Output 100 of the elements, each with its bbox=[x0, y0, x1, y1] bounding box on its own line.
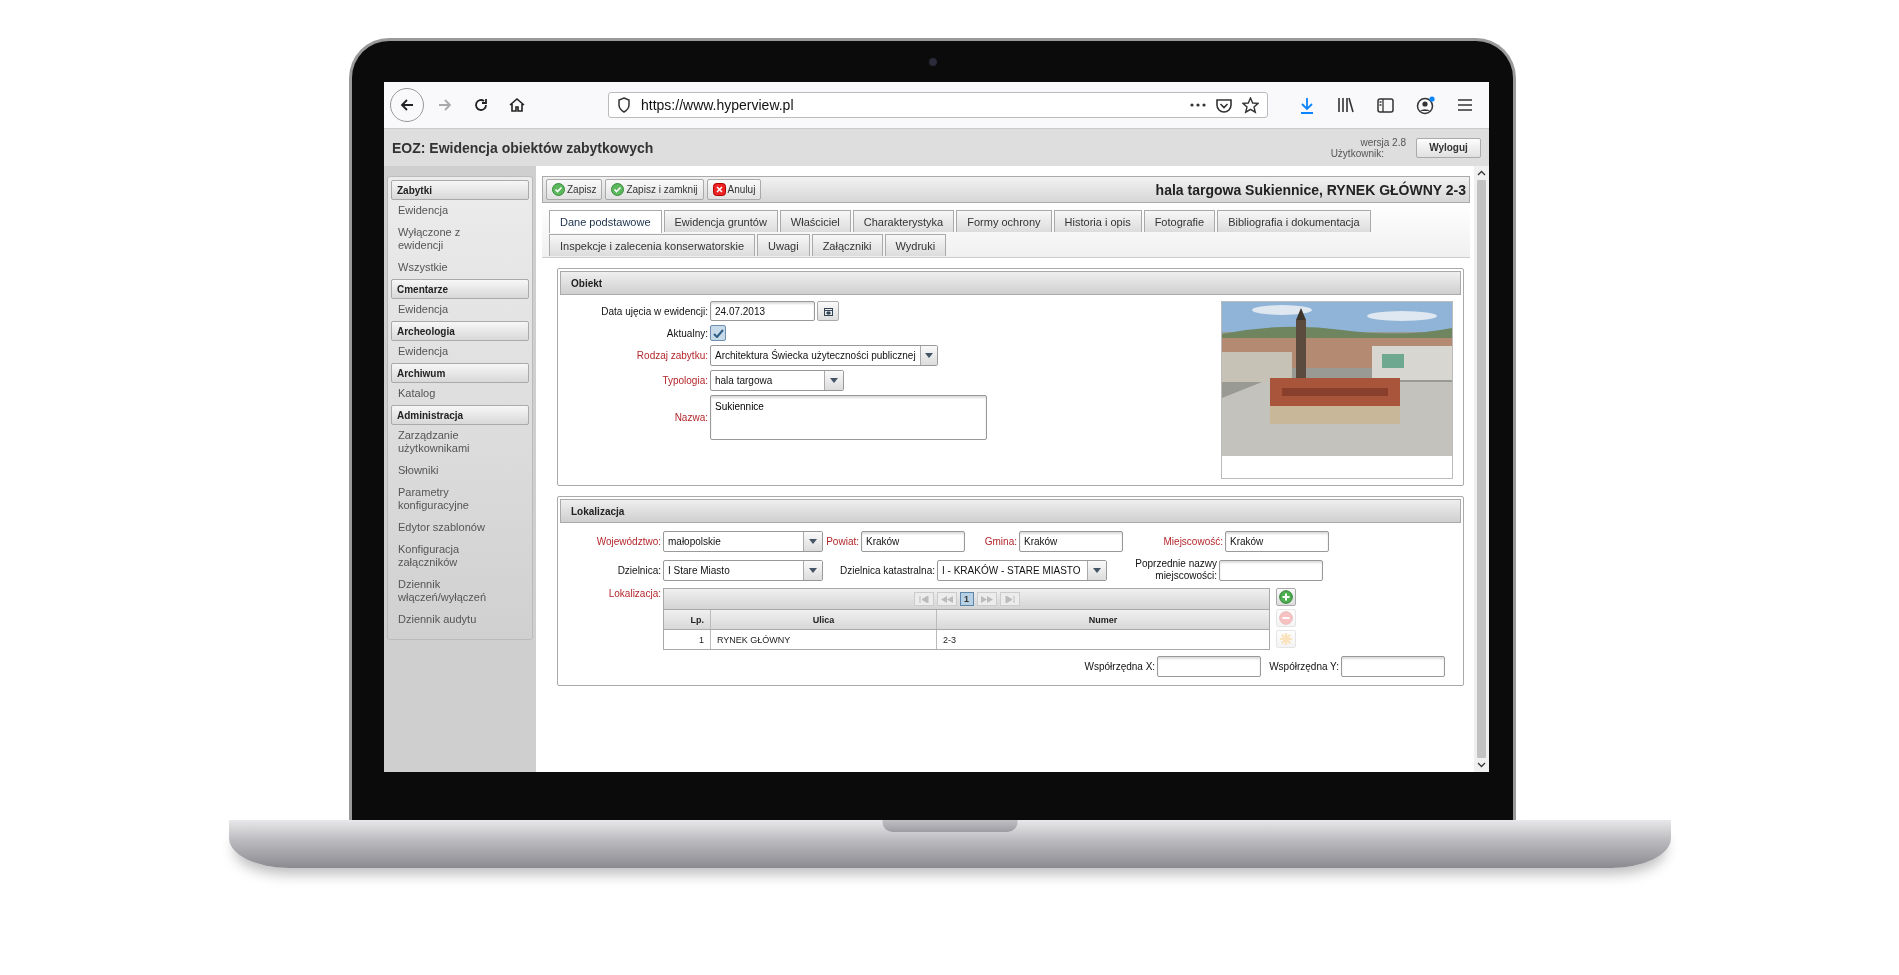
sidebar-section-header[interactable]: Cmentarze bbox=[391, 279, 529, 299]
caret-icon bbox=[924, 353, 933, 358]
sidebar-item[interactable]: Dziennik włączeń/wyłączeń bbox=[391, 574, 515, 609]
app-title: EOZ: Ewidencja obiektów zabytkowych bbox=[392, 139, 654, 156]
record-title: hala targowa Sukiennice, RYNEK GŁÓWNY 2-3 bbox=[1155, 181, 1466, 198]
field-label: Miejscowość: bbox=[1162, 536, 1223, 547]
tab[interactable]: Formy ochrony bbox=[956, 210, 1052, 232]
tab[interactable]: Fotografie bbox=[1143, 210, 1216, 232]
dropdown[interactable]: małopolskie bbox=[663, 531, 823, 552]
sidebar-item[interactable]: Zarządzanie użytkownikami bbox=[391, 425, 515, 460]
sidebar-section-header[interactable]: Zabytki bbox=[391, 180, 529, 200]
user-label: Użytkownik: bbox=[1330, 147, 1384, 159]
field-label: Powiat: bbox=[825, 536, 859, 547]
tab[interactable]: Charakterystyka bbox=[852, 210, 955, 232]
column-header[interactable]: Lp. bbox=[664, 610, 711, 629]
sidebar-item[interactable]: Dziennik audytu bbox=[391, 609, 515, 631]
scroll-down-icon[interactable] bbox=[1477, 762, 1486, 768]
cancel-icon bbox=[712, 183, 726, 196]
download-icon[interactable] bbox=[1299, 96, 1315, 114]
column-header[interactable]: Ulica bbox=[711, 610, 937, 629]
previous-page-icon bbox=[940, 595, 953, 603]
sidebar-item[interactable]: Ewidencja bbox=[391, 341, 515, 363]
tab[interactable]: Wydruki bbox=[884, 234, 947, 256]
column-header[interactable]: Numer bbox=[937, 610, 1269, 629]
text-field[interactable]: Kraków bbox=[1019, 531, 1123, 552]
logout-button[interactable]: Wyloguj bbox=[1416, 137, 1481, 158]
panel-header: Obiekt bbox=[560, 271, 1461, 295]
plus-icon bbox=[1279, 590, 1293, 604]
dropdown[interactable]: I - KRAKÓW - STARE MIASTO bbox=[937, 559, 1107, 581]
sidebar-item[interactable]: Ewidencja bbox=[391, 200, 515, 222]
field-label: Gmina: bbox=[983, 536, 1017, 547]
field-label: Aktualny: bbox=[665, 327, 708, 339]
name-textarea[interactable]: Sukiennice bbox=[710, 395, 987, 440]
library-icon[interactable] bbox=[1337, 97, 1355, 113]
panel-header: Lokalizacja bbox=[560, 499, 1461, 523]
save-button[interactable]: Zapisz bbox=[546, 179, 603, 200]
tab[interactable]: Ewidencja gruntów bbox=[663, 210, 778, 232]
date-field[interactable]: 24.07.2013 bbox=[710, 301, 815, 321]
table-cell-text: 2-3 bbox=[942, 633, 957, 647]
page-button[interactable]: 1 bbox=[959, 592, 974, 606]
tab[interactable]: Inspekcje i zalecenia konserwatorskie bbox=[549, 234, 756, 256]
field-label: Nazwa: bbox=[673, 412, 708, 423]
tab[interactable]: Dane podstawowe bbox=[549, 210, 662, 233]
table-cell: 1 bbox=[664, 630, 711, 649]
coordinate-field[interactable] bbox=[1341, 656, 1445, 677]
text-field[interactable] bbox=[1219, 559, 1323, 581]
sidebar-icon[interactable] bbox=[1377, 97, 1394, 113]
sidebar-item[interactable]: Konfiguracja załączników bbox=[391, 539, 515, 574]
scrollbar[interactable] bbox=[1474, 166, 1489, 772]
menu-icon[interactable] bbox=[1457, 98, 1473, 112]
tab[interactable]: Załączniki bbox=[811, 234, 883, 256]
cancel-button[interactable]: Anuluj bbox=[706, 179, 762, 200]
pocket-icon[interactable] bbox=[1216, 97, 1232, 113]
table-cell: RYNEK GŁÓWNY bbox=[711, 630, 937, 649]
scroll-up-icon[interactable] bbox=[1477, 170, 1486, 176]
sidebar-item[interactable]: Ewidencja bbox=[391, 299, 515, 321]
caret-icon bbox=[830, 378, 838, 383]
caret-icon bbox=[809, 539, 817, 544]
field-label: Województwo: bbox=[595, 536, 661, 547]
field-label: Lokalizacja: bbox=[607, 588, 661, 599]
save-button[interactable]: Zapisz i zamknij bbox=[605, 179, 704, 200]
star-icon[interactable] bbox=[1242, 96, 1259, 114]
field-label: Dzielnica katastralna: bbox=[838, 564, 935, 576]
text-field[interactable]: Kraków bbox=[861, 531, 965, 552]
tab[interactable]: Bibliografia i dokumentacja bbox=[1217, 210, 1371, 232]
sidebar-item[interactable]: Słowniki bbox=[391, 460, 515, 482]
tab[interactable]: Uwagi bbox=[757, 234, 810, 256]
coordinate-field[interactable] bbox=[1157, 656, 1262, 677]
sidebar-item[interactable]: Parametry konfiguracyjne bbox=[391, 482, 515, 517]
more-icon[interactable] bbox=[1190, 103, 1206, 107]
shield-icon bbox=[617, 97, 631, 113]
sidebar-item[interactable]: Edytor szablonów bbox=[391, 517, 515, 539]
text-field[interactable]: Kraków bbox=[1225, 531, 1329, 552]
tab[interactable]: Historia i opis bbox=[1053, 210, 1142, 232]
field-label: Dzielnica: bbox=[616, 564, 661, 576]
account-icon[interactable] bbox=[1416, 95, 1435, 115]
address-field[interactable]: https://www.hyperview.pl bbox=[608, 92, 1268, 118]
first-page-icon bbox=[918, 595, 929, 603]
asterisk-icon bbox=[1279, 632, 1293, 646]
field-label: Rodzaj zabytku: bbox=[635, 350, 708, 361]
caret-icon bbox=[809, 567, 817, 573]
last-page-icon bbox=[1004, 595, 1015, 603]
sidebar-item[interactable]: Katalog bbox=[391, 383, 515, 405]
dropdown[interactable]: Architektura Świecka użyteczności publicznej bbox=[710, 345, 938, 366]
dropdown[interactable]: I Stare Miasto bbox=[663, 559, 823, 581]
dropdown[interactable]: hala targowa bbox=[710, 370, 844, 391]
field-label: Typologia: bbox=[661, 375, 708, 386]
sidebar-section-header[interactable]: Administracja bbox=[391, 405, 529, 425]
caret-icon bbox=[1093, 567, 1101, 573]
sidebar-section-header[interactable]: Archeologia bbox=[391, 321, 529, 341]
minus-icon bbox=[1279, 611, 1293, 625]
add-button[interactable] bbox=[1276, 588, 1296, 606]
checkbox[interactable] bbox=[710, 325, 726, 341]
sidebar-item[interactable]: Wyłączone z ewidencji bbox=[391, 222, 515, 257]
calendar-button[interactable] bbox=[817, 301, 839, 321]
field-label: Współrzędna X: bbox=[1084, 661, 1156, 672]
version-label: wersja 2.8 bbox=[1360, 136, 1406, 148]
sidebar-section-header[interactable]: Archiwum bbox=[391, 363, 529, 383]
sidebar-item[interactable]: Wszystkie bbox=[391, 257, 515, 279]
tab[interactable]: Właściciel bbox=[779, 210, 851, 232]
